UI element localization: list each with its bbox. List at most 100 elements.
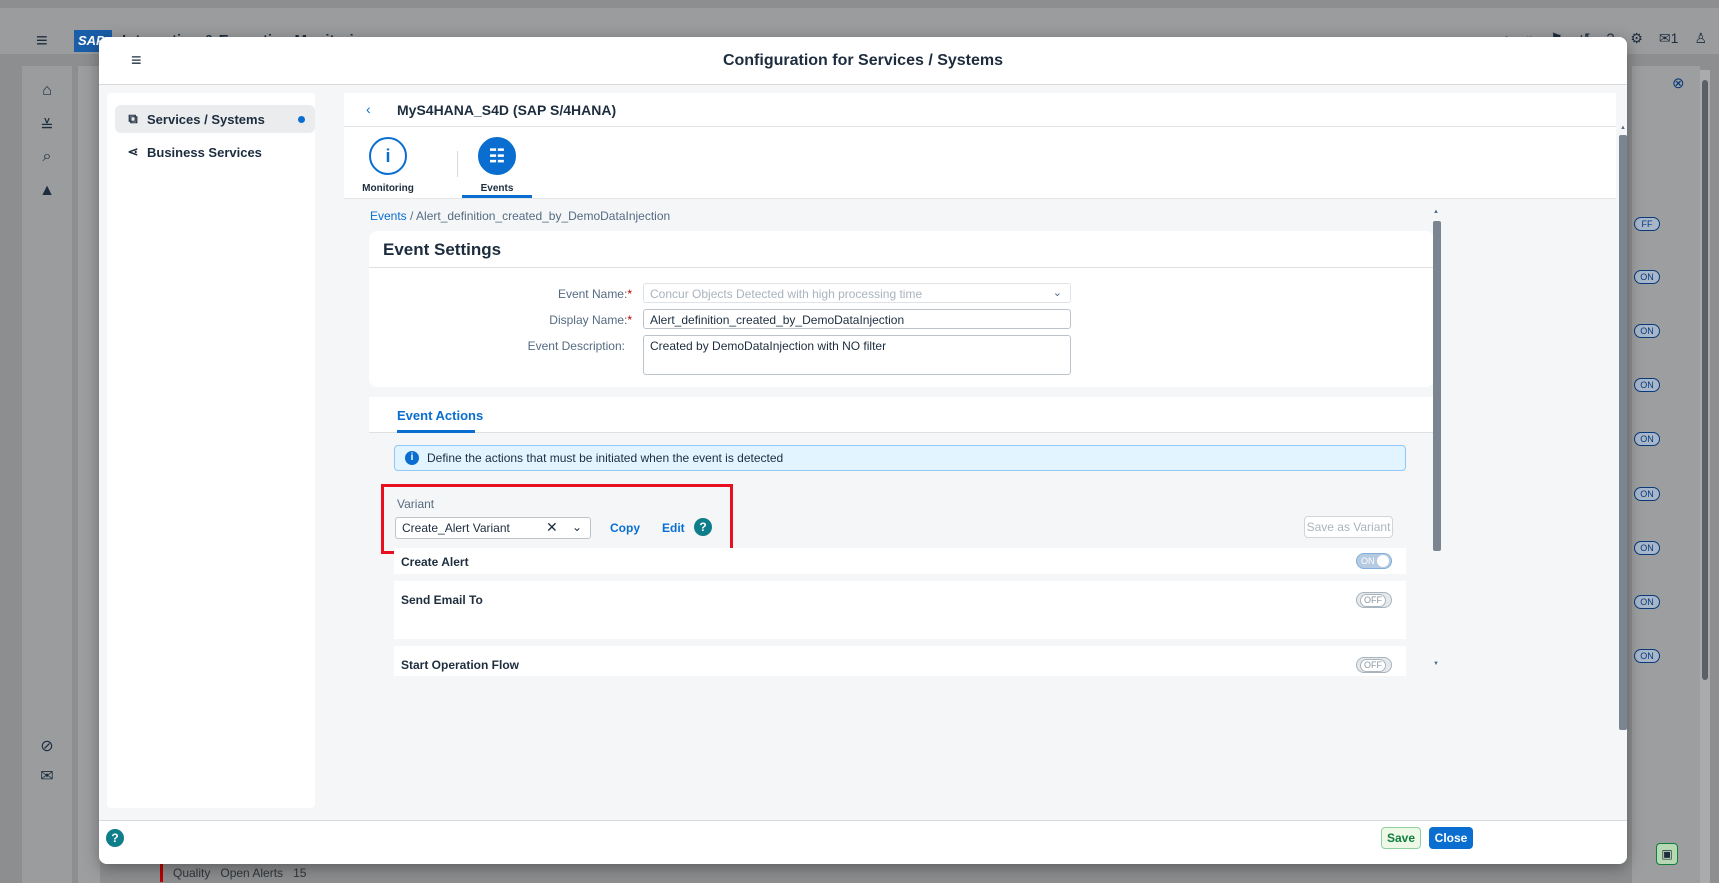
- status-bar-marker: [160, 862, 163, 882]
- selected-indicator: [298, 116, 305, 123]
- action-row-send-email: Send Email To OFF: [394, 581, 1406, 639]
- scroll-thumb[interactable]: [1619, 135, 1627, 730]
- link-icon[interactable]: ⊘: [36, 736, 58, 758]
- event-description-textarea[interactable]: Created by DemoDataInjection with NO fil…: [643, 335, 1071, 375]
- switch-state: OFF: [1360, 594, 1386, 607]
- shell-bottom-bar: Quality Open Alerts 15: [160, 862, 307, 882]
- create-alert-switch[interactable]: ON: [1356, 553, 1392, 569]
- event-description-value: Created by DemoDataInjection with NO fil…: [650, 339, 887, 353]
- nav-item-label: Business Services: [147, 144, 262, 160]
- mail-icon[interactable]: ✉: [36, 766, 58, 788]
- background-switch: ON: [1634, 487, 1660, 501]
- dialog-title: Configuration for Services / Systems: [722, 52, 1004, 69]
- action-title: Send Email To: [401, 593, 483, 607]
- start-operation-flow-switch[interactable]: OFF: [1356, 657, 1392, 673]
- configuration-dialog: ≡ Configuration for Services / Systems ⧉…: [99, 37, 1627, 864]
- nav-item-business-services[interactable]: ⋖ Business Services: [115, 138, 315, 166]
- shell-scrollbar[interactable]: [1700, 70, 1710, 883]
- notifications-icon[interactable]: ✉1: [1659, 30, 1679, 47]
- dialog-scrollbar[interactable]: ▲: [1618, 125, 1627, 760]
- tab-monitoring[interactable]: i Monitoring: [353, 137, 423, 194]
- label-text: Display Name:: [549, 313, 628, 327]
- tab-events[interactable]: ☷ Events: [462, 137, 532, 194]
- close-button[interactable]: Close: [1429, 827, 1473, 849]
- icon-tab-bar: i Monitoring ☷ Events: [344, 127, 1616, 199]
- back-button[interactable]: ‹: [366, 101, 371, 117]
- switch-state: ON: [1361, 556, 1375, 566]
- dialog-header: ≡ Configuration for Services / Systems: [99, 37, 1627, 85]
- breadcrumb-link-events[interactable]: Events: [370, 209, 407, 223]
- share-icon: ⋖: [127, 144, 139, 159]
- tab-event-actions[interactable]: Event Actions: [397, 408, 483, 423]
- quality-label: Quality: [173, 866, 211, 880]
- divider: [369, 267, 1434, 268]
- chevron-down-icon: ⌄: [1052, 287, 1062, 299]
- user-icon[interactable]: ♙: [1694, 30, 1707, 47]
- required-marker: *: [627, 313, 632, 327]
- event-content: Events / Alert_definition_created_by_Dem…: [344, 199, 1616, 808]
- scroll-up-arrow[interactable]: ▲: [1620, 125, 1626, 131]
- scroll-down-arrow[interactable]: ▼: [1433, 661, 1439, 667]
- action-row-start-operation-flow: Start Operation Flow OFF: [394, 646, 1406, 676]
- event-description-label: Event Description:: [527, 339, 625, 353]
- info-text: Define the actions that must be initiate…: [427, 451, 784, 465]
- action-title: Create Alert: [401, 555, 469, 569]
- shell-menu-icon[interactable]: ≡: [36, 30, 48, 53]
- search-icon[interactable]: ⌕: [36, 148, 58, 170]
- object-header: ‹ MyS4HANA_S4D (SAP S/4HANA): [344, 93, 1616, 127]
- object-title: MyS4HANA_S4D (SAP S/4HANA): [397, 102, 617, 118]
- open-alerts-count: 15: [293, 866, 307, 880]
- highlight-annotation: [381, 484, 733, 554]
- tab-label: Monitoring: [362, 183, 414, 194]
- background-switch: ON: [1634, 595, 1660, 609]
- breadcrumb-separator: /: [406, 209, 417, 223]
- save-button[interactable]: Save: [1381, 827, 1421, 849]
- event-name-value: Concur Objects Detected with high proces…: [650, 287, 923, 301]
- background-switch: ON: [1634, 270, 1660, 284]
- switch-state: OFF: [1360, 659, 1386, 672]
- event-actions-section: Event Actions i Define the actions that …: [369, 397, 1434, 797]
- breadcrumb: Events / Alert_definition_created_by_Dem…: [370, 209, 670, 223]
- home-icon[interactable]: ⌂: [36, 82, 58, 104]
- info-message-strip: i Define the actions that must be initia…: [394, 445, 1406, 471]
- action-title: Start Operation Flow: [401, 658, 520, 672]
- background-switch: FF: [1634, 217, 1660, 231]
- help-icon[interactable]: ?: [106, 829, 124, 847]
- send-email-switch[interactable]: OFF: [1356, 592, 1392, 608]
- dialog-side-nav: ⧉ Services / Systems ⋖ Business Services: [107, 93, 315, 808]
- event-name-select[interactable]: Concur Objects Detected with high proces…: [643, 283, 1071, 303]
- save-as-variant-button[interactable]: Save as Variant: [1304, 516, 1393, 538]
- background-switch: ON: [1634, 324, 1660, 338]
- switch-knob: [1377, 555, 1389, 567]
- nav-item-label: Services / Systems: [147, 111, 265, 127]
- info-icon: i: [405, 451, 419, 465]
- scroll-thumb[interactable]: [1702, 80, 1708, 680]
- scroll-up-arrow[interactable]: ▲: [1433, 209, 1439, 215]
- save-icon[interactable]: ▣: [1656, 843, 1678, 865]
- action-row-create-alert: Create Alert ON: [394, 548, 1406, 574]
- event-name-label: Event Name:*: [382, 287, 632, 301]
- analytics-icon[interactable]: ≚: [36, 116, 58, 138]
- actions-tab-bar: Event Actions: [369, 397, 1434, 433]
- event-list-icon: ☷: [478, 137, 516, 175]
- event-settings-card: Event Settings Event Name:* Concur Objec…: [369, 231, 1434, 387]
- selected-tab-underline: [462, 195, 532, 198]
- display-name-input[interactable]: Alert_definition_created_by_DemoDataInje…: [643, 309, 1071, 329]
- systems-icon: ⧉: [128, 111, 138, 126]
- warning-icon[interactable]: ▲: [36, 182, 58, 204]
- main-area: ‹ MyS4HANA_S4D (SAP S/4HANA) i Monitorin…: [344, 93, 1616, 808]
- tab-label: Events: [480, 183, 514, 194]
- close-icon[interactable]: ⊗: [1672, 74, 1685, 92]
- tab-separator: [457, 151, 458, 177]
- shell-side-nav: ⌂ ≚ ⌕ ▲ ⊘ ✉: [22, 66, 72, 883]
- content-scrollbar[interactable]: ▲ ▼: [1433, 209, 1441, 671]
- nav-item-services-systems[interactable]: ⧉ Services / Systems: [115, 105, 315, 133]
- label-text: Event Name:: [557, 287, 628, 301]
- display-name-value: Alert_definition_created_by_DemoDataInje…: [650, 313, 905, 327]
- background-switch: ON: [1634, 541, 1660, 555]
- settings-icon[interactable]: ⚙: [1630, 30, 1643, 47]
- required-marker: *: [627, 287, 632, 301]
- display-name-label: Display Name:*: [382, 313, 632, 327]
- background-switch: ON: [1634, 432, 1660, 446]
- scroll-thumb[interactable]: [1433, 221, 1441, 551]
